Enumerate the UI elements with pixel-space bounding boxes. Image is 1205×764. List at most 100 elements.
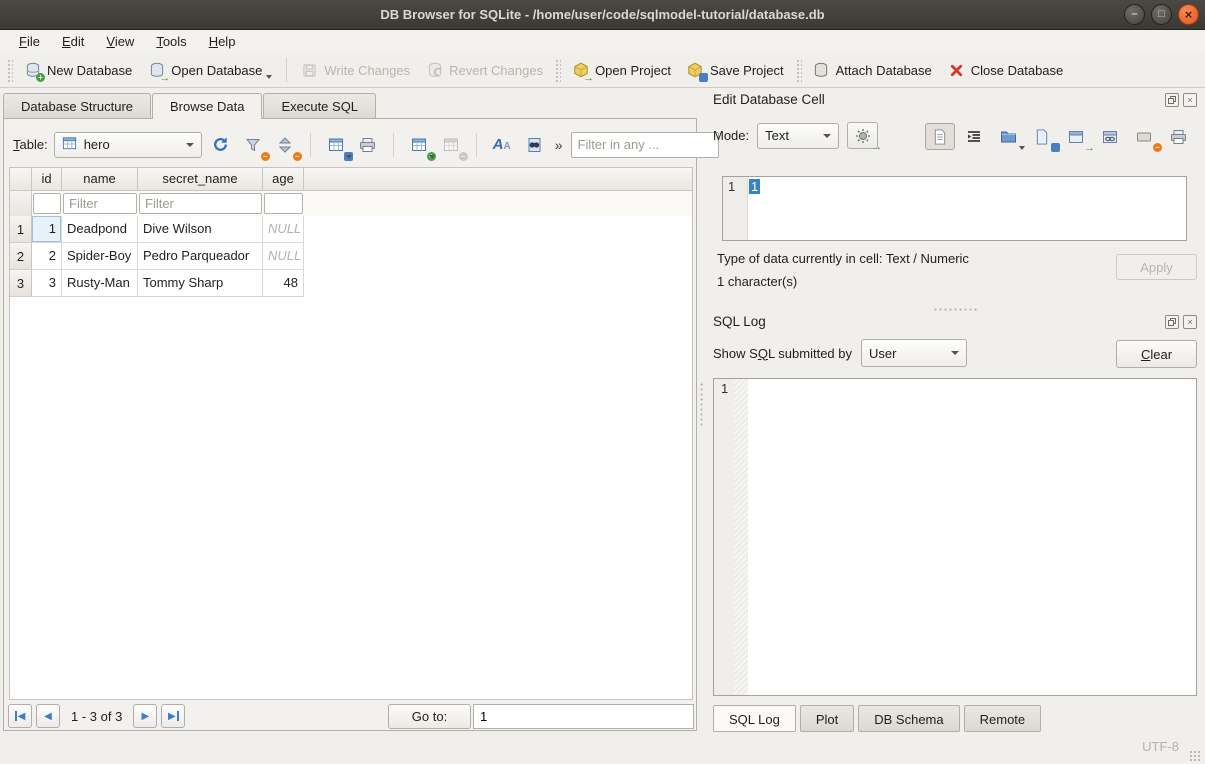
- dock-close-button[interactable]: ×: [1183, 315, 1197, 329]
- last-record-button[interactable]: ▶: [161, 704, 185, 728]
- column-header-name[interactable]: name: [62, 168, 138, 191]
- new-database-button[interactable]: + New Database: [16, 56, 140, 84]
- open-external-button[interactable]: →: [1061, 123, 1091, 150]
- encoding-status: UTF-8: [1142, 739, 1179, 754]
- link-icon: [1102, 130, 1118, 144]
- maximize-button[interactable]: □: [1151, 4, 1172, 25]
- float-icon: [1168, 98, 1174, 104]
- tab-db-schema[interactable]: DB Schema: [858, 705, 959, 732]
- row-header[interactable]: 1: [10, 216, 32, 243]
- goto-input[interactable]: [473, 704, 694, 729]
- save-project-button[interactable]: Save Project: [679, 56, 792, 84]
- attach-database-button[interactable]: Attach Database: [805, 56, 940, 84]
- close-database-button[interactable]: Close Database: [940, 56, 1072, 84]
- toolbar-overflow-button[interactable]: »: [555, 137, 563, 153]
- table-select[interactable]: hero: [54, 132, 202, 158]
- resize-grip[interactable]: [1189, 750, 1202, 763]
- table-add-icon: [411, 137, 427, 153]
- set-null-button[interactable]: −: [1129, 123, 1159, 150]
- clear-log-button[interactable]: Clear: [1116, 340, 1197, 368]
- document-icon: [933, 129, 947, 145]
- open-database-button[interactable]: → Open Database: [140, 56, 280, 84]
- chevron-down-icon: [186, 143, 194, 147]
- dock-close-icon: ×: [1187, 95, 1192, 105]
- refresh-button[interactable]: [208, 132, 234, 158]
- clear-sort-button[interactable]: −: [272, 132, 298, 158]
- toolbar-grip[interactable]: [795, 58, 802, 82]
- filter-any-input[interactable]: [571, 132, 719, 158]
- tab-database-structure[interactable]: Database Structure: [3, 93, 151, 118]
- cell-secret-name[interactable]: Dive Wilson: [138, 216, 263, 243]
- cell-age[interactable]: NULL: [263, 216, 304, 243]
- column-header-age[interactable]: age: [263, 168, 304, 191]
- mode-label: Mode:: [713, 128, 749, 143]
- dock-float-button[interactable]: [1165, 93, 1179, 107]
- nav-next-icon: ▶: [141, 711, 149, 722]
- mode-select[interactable]: Text: [757, 123, 839, 149]
- cell-name[interactable]: Rusty-Man: [62, 270, 138, 297]
- cell-secret-name[interactable]: Tommy Sharp: [138, 270, 263, 297]
- cell-secret-name[interactable]: Pedro Parqueador: [138, 243, 263, 270]
- find-in-table-button[interactable]: [521, 132, 547, 158]
- dock-splitter-handle[interactable]: [933, 307, 979, 313]
- toolbar-grip[interactable]: [554, 58, 561, 82]
- folder-open-icon: [1000, 129, 1017, 144]
- filter-input-age[interactable]: [264, 193, 303, 214]
- menu-tools[interactable]: Tools: [145, 30, 197, 53]
- row-header[interactable]: 2: [10, 243, 32, 270]
- tab-execute-sql[interactable]: Execute SQL: [263, 93, 376, 118]
- sql-log-source-select[interactable]: User: [861, 339, 967, 367]
- tab-browse-data[interactable]: Browse Data: [152, 93, 262, 119]
- cell-id[interactable]: 3: [32, 270, 62, 297]
- import-cell-button[interactable]: [993, 123, 1023, 150]
- filter-input-secret-name[interactable]: [139, 193, 262, 214]
- minimize-button[interactable]: –: [1124, 4, 1145, 25]
- row-header[interactable]: 3: [10, 270, 32, 297]
- export-cell-button[interactable]: [1027, 123, 1057, 150]
- text-document-button[interactable]: [925, 123, 955, 150]
- previous-record-button[interactable]: ◀: [36, 704, 60, 728]
- cell-id[interactable]: 1: [32, 216, 62, 243]
- open-project-button[interactable]: → Open Project: [564, 56, 679, 84]
- indent-icon: [966, 130, 982, 144]
- print-cell-button[interactable]: [1163, 123, 1193, 150]
- tab-plot[interactable]: Plot: [800, 705, 854, 732]
- display-format-button[interactable]: A A: [489, 132, 515, 158]
- clear-filters-button[interactable]: −: [240, 132, 266, 158]
- font-icon: A: [493, 136, 504, 153]
- first-record-button[interactable]: ◀: [8, 704, 32, 728]
- word-wrap-button[interactable]: [959, 123, 989, 150]
- cell-type-info: Type of data currently in cell: Text / N…: [717, 251, 969, 266]
- panel-splitter-handle[interactable]: [699, 382, 704, 428]
- menu-edit[interactable]: Edit: [51, 30, 95, 53]
- column-header-id[interactable]: id: [32, 168, 62, 191]
- menu-help[interactable]: Help: [198, 30, 247, 53]
- copy-link-button[interactable]: [1095, 123, 1125, 150]
- dock-close-button[interactable]: ×: [1183, 93, 1197, 107]
- insert-record-button[interactable]: +: [406, 132, 432, 158]
- save-results-button[interactable]: [323, 132, 349, 158]
- cell-id[interactable]: 2: [32, 243, 62, 270]
- filter-input-name[interactable]: [63, 193, 137, 214]
- dock-float-button[interactable]: [1165, 315, 1179, 329]
- open-database-dropdown-icon[interactable]: [266, 75, 272, 79]
- cell-age[interactable]: NULL: [263, 243, 304, 270]
- tab-sql-log[interactable]: SQL Log: [713, 705, 796, 732]
- toolbar-grip[interactable]: [6, 58, 13, 82]
- menu-file[interactable]: File: [8, 30, 51, 53]
- close-button[interactable]: ×: [1178, 4, 1199, 25]
- sql-log-editor[interactable]: 1: [713, 378, 1197, 696]
- minimize-icon: –: [1131, 9, 1137, 20]
- tab-remote[interactable]: Remote: [964, 705, 1042, 732]
- cell-name[interactable]: Spider-Boy: [62, 243, 138, 270]
- filter-input-id[interactable]: [33, 193, 61, 214]
- auto-mode-button[interactable]: →: [847, 122, 878, 149]
- print-button[interactable]: [355, 132, 381, 158]
- cell-age[interactable]: 48: [263, 270, 304, 297]
- cell-name[interactable]: Deadpond: [62, 216, 138, 243]
- cell-editor[interactable]: 1 1: [722, 176, 1187, 241]
- column-header-secret-name[interactable]: secret_name: [138, 168, 263, 191]
- goto-button[interactable]: Go to:: [388, 704, 471, 729]
- next-record-button[interactable]: ▶: [133, 704, 157, 728]
- menu-view[interactable]: View: [95, 30, 145, 53]
